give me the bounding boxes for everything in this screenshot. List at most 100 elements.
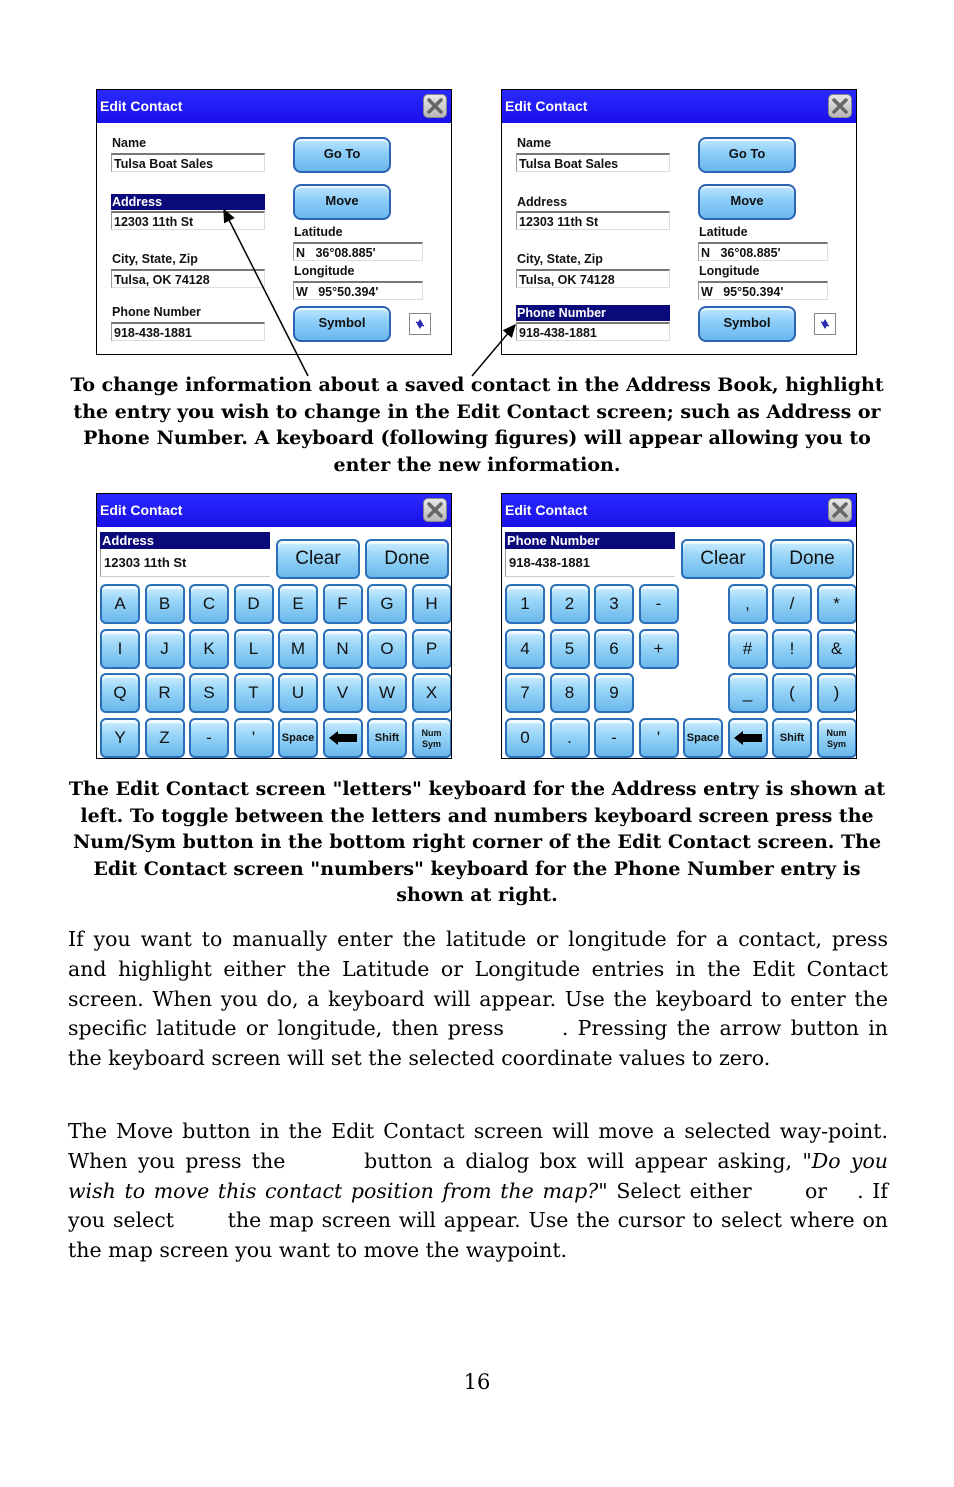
backspace-key[interactable] (322, 717, 363, 758)
go-to-button[interactable]: Go To (698, 137, 796, 173)
close-button[interactable] (423, 498, 447, 522)
key[interactable]: 1 (505, 584, 545, 624)
symbol-button[interactable]: Symbol (293, 306, 391, 342)
go-to-button[interactable]: Go To (293, 137, 391, 173)
key[interactable]: - (594, 717, 634, 758)
num-sym-key[interactable]: Num Sym (411, 717, 451, 758)
longitude-field[interactable]: W 95°50.394' (293, 281, 423, 300)
key[interactable]: P (411, 628, 451, 669)
phone-number-label: Phone Number (112, 305, 201, 319)
key[interactable]: O (367, 628, 407, 669)
key[interactable]: B (144, 584, 185, 624)
key[interactable]: 7 (505, 673, 545, 713)
key[interactable]: X (411, 673, 451, 713)
paragraph-text: the map screen will appear. Use the curs… (68, 1208, 889, 1263)
backspace-key[interactable] (727, 717, 768, 758)
paragraph-move-button: The Move button in the Edit Contact scre… (68, 1117, 888, 1266)
key[interactable]: - (189, 717, 229, 758)
move-button[interactable]: Move (698, 184, 796, 220)
space-key[interactable]: Space (683, 717, 723, 758)
waypoint-symbol-preview[interactable] (409, 313, 431, 335)
title-bar: Edit Contact (97, 90, 451, 123)
latitude-field[interactable]: N 36°08.885' (698, 242, 828, 261)
key[interactable]: I (100, 628, 140, 669)
longitude-field[interactable]: W 95°50.394' (698, 281, 828, 300)
key[interactable]: M (278, 628, 318, 669)
close-icon (832, 502, 848, 518)
waypoint-symbol-preview[interactable] (814, 313, 836, 335)
done-button[interactable]: Done (770, 539, 854, 579)
key[interactable]: 3 (594, 584, 634, 624)
phone-number-field[interactable]: 918-438-1881 (516, 322, 670, 341)
name-field[interactable]: Tulsa Boat Sales (111, 153, 265, 172)
key[interactable]: F (322, 584, 363, 624)
key[interactable]: J (144, 628, 185, 669)
close-button[interactable] (828, 498, 852, 522)
key[interactable]: 4 (505, 628, 545, 669)
key[interactable]: , (727, 584, 768, 624)
edit-contact-screenshot-address: Edit Contact Name Tulsa Boat Sales Addre… (96, 89, 452, 355)
key[interactable]: Z (144, 717, 185, 758)
key[interactable]: _ (727, 673, 768, 713)
clear-button[interactable]: Clear (681, 539, 765, 579)
done-button[interactable]: Done (365, 539, 449, 579)
key[interactable]: L (233, 628, 274, 669)
key[interactable]: D (233, 584, 274, 624)
latitude-field[interactable]: N 36°08.885' (293, 242, 423, 261)
key[interactable]: K (189, 628, 229, 669)
key[interactable]: + (638, 628, 679, 669)
city-state-zip-field[interactable]: Tulsa, OK 74128 (111, 269, 265, 288)
key[interactable]: T (233, 673, 274, 713)
phone-number-field[interactable]: 918-438-1881 (111, 322, 265, 341)
key[interactable]: U (278, 673, 318, 713)
space-key[interactable]: Space (278, 717, 318, 758)
key[interactable]: W (367, 673, 407, 713)
key[interactable]: / (772, 584, 812, 624)
key[interactable]: ) (816, 673, 856, 713)
move-button[interactable]: Move (293, 184, 391, 220)
key[interactable]: 5 (549, 628, 590, 669)
address-field[interactable]: 12303 11th St (516, 211, 670, 230)
close-button[interactable] (828, 94, 852, 118)
key[interactable]: ( (772, 673, 812, 713)
key[interactable]: Q (100, 673, 140, 713)
key[interactable]: C (189, 584, 229, 624)
key[interactable]: A (100, 584, 140, 624)
key[interactable]: 9 (594, 673, 634, 713)
shift-key[interactable]: Shift (772, 717, 812, 758)
key[interactable]: 8 (549, 673, 590, 713)
key[interactable]: - (638, 584, 679, 624)
letters-keyboard-screenshot: Edit Contact Address 12303 11th St Clear… (96, 493, 452, 759)
key[interactable]: & (816, 628, 856, 669)
key[interactable]: * (816, 584, 856, 624)
key[interactable]: H (411, 584, 451, 624)
key[interactable]: N (322, 628, 363, 669)
entry-field[interactable]: 12303 11th St (100, 549, 270, 577)
num-sym-key[interactable]: Num Sym (816, 717, 856, 758)
close-button[interactable] (423, 94, 447, 118)
address-field[interactable]: 12303 11th St (111, 211, 265, 230)
name-field[interactable]: Tulsa Boat Sales (516, 153, 670, 172)
clear-button[interactable]: Clear (276, 539, 360, 579)
key[interactable]: R (144, 673, 185, 713)
key[interactable]: ' (233, 717, 274, 758)
numbers-keyboard-screenshot: Edit Contact Phone Number 918-438-1881 C… (501, 493, 857, 759)
entry-field[interactable]: 918-438-1881 (505, 549, 675, 577)
phone-number-label[interactable]: Phone Number (516, 305, 670, 321)
key[interactable]: . (549, 717, 590, 758)
key[interactable]: E (278, 584, 318, 624)
city-state-zip-field[interactable]: Tulsa, OK 74128 (516, 269, 670, 288)
key[interactable]: 6 (594, 628, 634, 669)
key[interactable]: V (322, 673, 363, 713)
key[interactable]: S (189, 673, 229, 713)
key[interactable]: G (367, 584, 407, 624)
shift-key[interactable]: Shift (367, 717, 407, 758)
address-label[interactable]: Address (111, 194, 265, 210)
key[interactable]: ' (638, 717, 679, 758)
symbol-button[interactable]: Symbol (698, 306, 796, 342)
key[interactable]: 0 (505, 717, 545, 758)
key[interactable]: Y (100, 717, 140, 758)
key[interactable]: # (727, 628, 768, 669)
key[interactable]: ! (772, 628, 812, 669)
key[interactable]: 2 (549, 584, 590, 624)
